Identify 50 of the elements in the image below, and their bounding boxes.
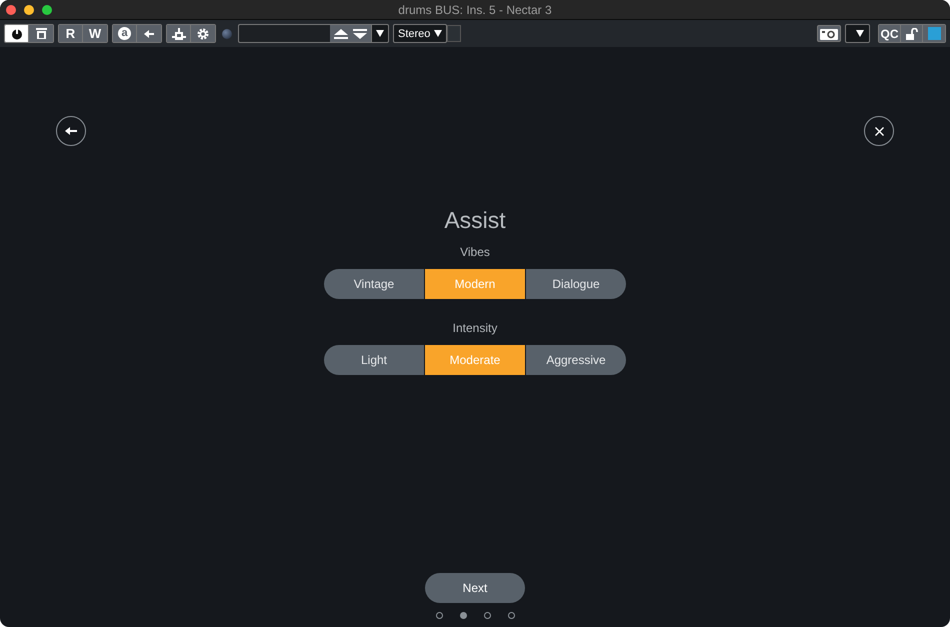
back-button[interactable] — [56, 116, 86, 146]
auto-button[interactable]: a — [113, 25, 137, 42]
arrow-button[interactable] — [137, 25, 161, 42]
gear-icon — [197, 28, 209, 40]
window-title: drums BUS: Ins. 5 - Nectar 3 — [397, 2, 553, 16]
close-dot[interactable] — [6, 4, 16, 14]
qc-button[interactable]: QC — [879, 25, 901, 42]
status-led-icon — [222, 28, 232, 38]
caret-icon — [434, 30, 442, 37]
group-label: Vibes — [460, 245, 490, 259]
page-dot[interactable] — [460, 612, 466, 619]
power-button[interactable] — [5, 25, 29, 42]
caret-icon — [856, 30, 864, 37]
camera-button[interactable] — [817, 25, 841, 42]
close-icon — [874, 126, 884, 136]
arrow-icon — [144, 28, 154, 38]
next-button[interactable]: Next — [425, 573, 525, 603]
page-dot[interactable] — [436, 612, 442, 619]
down-arrow-icon[interactable] — [353, 28, 367, 38]
write-button[interactable]: W — [83, 25, 107, 42]
menu-dropdown[interactable] — [845, 24, 870, 43]
channel-dropdown[interactable]: Stereo — [393, 24, 447, 43]
up-arrow-icon[interactable] — [334, 28, 348, 38]
meter-slot — [447, 25, 461, 42]
option-button[interactable]: Light — [324, 345, 424, 375]
compare-icon — [36, 28, 46, 39]
page-dot[interactable] — [508, 612, 514, 619]
option-button[interactable]: Dialogue — [526, 269, 626, 299]
preset-dropdown[interactable] — [371, 24, 389, 43]
lock-button[interactable] — [901, 25, 923, 42]
minimize-dot[interactable] — [24, 4, 34, 14]
routing-icon — [172, 28, 186, 40]
back-arrow-icon — [65, 126, 77, 136]
option-button[interactable]: Vintage — [324, 269, 424, 299]
read-button[interactable]: R — [59, 25, 83, 42]
lock-icon — [906, 28, 918, 40]
assist-title: Assist — [444, 206, 506, 235]
settings-button[interactable] — [191, 25, 215, 42]
preset-field[interactable] — [238, 24, 330, 43]
color-button[interactable] — [923, 25, 945, 42]
page-dot[interactable] — [484, 612, 490, 619]
camera-icon — [820, 28, 838, 40]
option-button[interactable]: Aggressive — [526, 345, 626, 375]
routing-button[interactable] — [167, 25, 191, 42]
close-button[interactable] — [864, 116, 894, 146]
group-label: Intensity — [452, 321, 498, 335]
power-icon — [10, 28, 22, 40]
compare-button[interactable] — [29, 25, 53, 42]
caret-icon — [376, 30, 384, 37]
zoom-dot[interactable] — [42, 4, 52, 14]
